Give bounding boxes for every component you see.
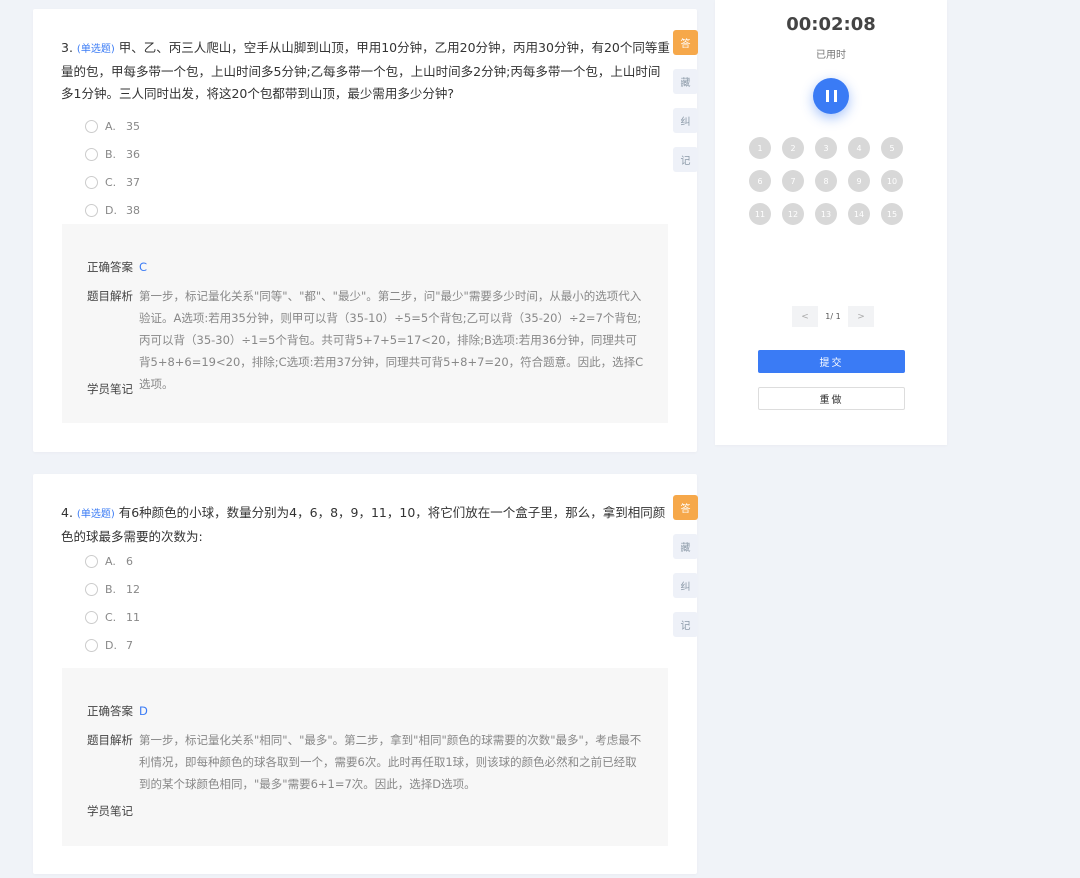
correct-answer-row: 正确答案 C (87, 259, 147, 275)
question-card-4: 4. (单选题) 有6种颜色的小球，数量分别为4，6，8，9，11，10，将它们… (33, 474, 698, 874)
option-d[interactable]: D. 7 (85, 631, 140, 659)
question-type-tag: (单选题) (76, 44, 115, 55)
question-nav-item[interactable]: 13 (815, 203, 837, 225)
option-d[interactable]: D. 38 (85, 196, 140, 224)
option-c[interactable]: C. 11 (85, 603, 140, 631)
option-value: 12 (126, 582, 140, 596)
timer-label: 已用时 (816, 50, 846, 61)
answer-sheet-panel: 00:02:08 已用时 1 2 3 4 5 6 7 8 9 10 11 12 … (715, 0, 947, 445)
student-notes-label: 学员笔记 (87, 804, 133, 818)
option-b[interactable]: B. 36 (85, 140, 140, 168)
question-nav-item[interactable]: 9 (848, 170, 870, 192)
pagination: < 1/ 1 > (792, 306, 874, 327)
submit-button[interactable]: 提交 (758, 350, 905, 373)
explanation-row: 题目解析 第一步，标记量化关系"相同"、"最多"。第二步，拿到"相同"颜色的球需… (87, 729, 647, 795)
option-a[interactable]: A. 35 (85, 112, 140, 140)
correct-answer-row: 正确答案 D (87, 703, 148, 719)
option-b[interactable]: B. 12 (85, 575, 140, 603)
question-number-grid: 1 2 3 4 5 6 7 8 9 10 11 12 13 14 15 (749, 137, 903, 225)
option-letter: A. (105, 554, 116, 568)
page-indicator: 1/ 1 (825, 312, 841, 321)
option-letter: B. (105, 582, 117, 596)
student-notes-label: 学员笔记 (87, 382, 133, 396)
answer-tab-button[interactable]: 答 (673, 495, 698, 520)
option-c[interactable]: C. 37 (85, 168, 140, 196)
explanation-label: 题目解析 (87, 289, 133, 303)
question-nav-item[interactable]: 1 (749, 137, 771, 159)
radio-button[interactable] (85, 554, 98, 568)
question-nav-item[interactable]: 3 (815, 137, 837, 159)
correction-button[interactable]: 纠 (673, 573, 698, 598)
option-letter: B. (105, 147, 117, 161)
option-value: 35 (126, 119, 140, 133)
question-nav-item[interactable]: 5 (881, 137, 903, 159)
question-nav-item[interactable]: 8 (815, 170, 837, 192)
correct-answer-label: 正确答案 (87, 704, 133, 718)
option-letter: D. (105, 203, 117, 217)
option-value: 6 (126, 554, 133, 568)
redo-button[interactable]: 重做 (758, 387, 905, 410)
option-letter: A. (105, 119, 116, 133)
option-a[interactable]: A. 6 (85, 547, 140, 575)
option-value: 36 (126, 147, 140, 161)
note-button[interactable]: 记 (673, 612, 698, 637)
note-button[interactable]: 记 (673, 147, 698, 172)
question-nav-item[interactable]: 4 (848, 137, 870, 159)
question-number: 3. (61, 40, 73, 55)
radio-button[interactable] (85, 147, 98, 161)
pause-button[interactable] (813, 78, 849, 114)
correct-answer-value: C (139, 260, 148, 274)
options-list: A. 35 B. 36 C. 37 D. 38 (85, 112, 140, 224)
option-value: 11 (126, 610, 140, 624)
question-stem: 4. (单选题) 有6种颜色的小球，数量分别为4，6，8，9，11，10，将它们… (61, 502, 671, 548)
question-nav-item[interactable]: 6 (749, 170, 771, 192)
question-nav-item[interactable]: 14 (848, 203, 870, 225)
question-stem: 3. (单选题) 甲、乙、丙三人爬山，空手从山脚到山顶，甲用10分钟，乙用20分… (61, 37, 671, 105)
option-letter: D. (105, 638, 117, 652)
favorite-button[interactable]: 藏 (673, 69, 698, 94)
timer-display: 00:02:08 (786, 14, 876, 35)
radio-button[interactable] (85, 610, 98, 624)
correct-answer-value: D (139, 704, 148, 718)
radio-button[interactable] (85, 203, 98, 217)
question-nav-item[interactable]: 15 (881, 203, 903, 225)
answer-tab-button[interactable]: 答 (673, 30, 698, 55)
radio-button[interactable] (85, 175, 98, 189)
question-nav-item[interactable]: 11 (749, 203, 771, 225)
question-type-tag: (单选题) (76, 509, 115, 520)
prev-page-button[interactable]: < (792, 306, 818, 327)
question-number: 4. (61, 505, 73, 520)
option-value: 7 (126, 638, 133, 652)
question-text: 有6种颜色的小球，数量分别为4，6，8，9，11，10，将它们放在一个盒子里，那… (61, 505, 666, 544)
question-nav-item[interactable]: 7 (782, 170, 804, 192)
analysis-box: 正确答案 D 题目解析 第一步，标记量化关系"相同"、"最多"。第二步，拿到"相同… (62, 668, 668, 846)
option-value: 38 (126, 203, 140, 217)
option-letter: C. (105, 175, 117, 189)
pause-icon (833, 90, 837, 102)
next-page-button[interactable]: > (848, 306, 874, 327)
radio-button[interactable] (85, 119, 98, 133)
explanation-row: 题目解析 第一步，标记量化关系"同等"、"都"、"最少"。第二步，问"最少"需要… (87, 285, 647, 395)
favorite-button[interactable]: 藏 (673, 534, 698, 559)
question-nav-item[interactable]: 10 (881, 170, 903, 192)
option-value: 37 (126, 175, 140, 189)
correction-button[interactable]: 纠 (673, 108, 698, 133)
explanation-text: 第一步，标记量化关系"相同"、"最多"。第二步，拿到"相同"颜色的球需要的次数"… (139, 733, 642, 791)
radio-button[interactable] (85, 638, 98, 652)
explanation-text: 第一步，标记量化关系"同等"、"都"、"最少"。第二步，问"最少"需要多少时间，… (139, 289, 644, 391)
question-card-3: 3. (单选题) 甲、乙、丙三人爬山，空手从山脚到山顶，甲用10分钟，乙用20分… (33, 9, 698, 452)
question-text: 甲、乙、丙三人爬山，空手从山脚到山顶，甲用10分钟，乙用20分钟，丙用30分钟，… (61, 40, 670, 101)
correct-answer-label: 正确答案 (87, 260, 133, 274)
options-list: A. 6 B. 12 C. 11 D. 7 (85, 547, 140, 659)
option-letter: C. (105, 610, 117, 624)
analysis-box: 正确答案 C 题目解析 第一步，标记量化关系"同等"、"都"、"最少"。第二步，问… (62, 224, 668, 423)
pause-icon (825, 90, 829, 102)
question-nav-item[interactable]: 2 (782, 137, 804, 159)
radio-button[interactable] (85, 582, 98, 596)
question-nav-item[interactable]: 12 (782, 203, 804, 225)
explanation-label: 题目解析 (87, 733, 133, 747)
